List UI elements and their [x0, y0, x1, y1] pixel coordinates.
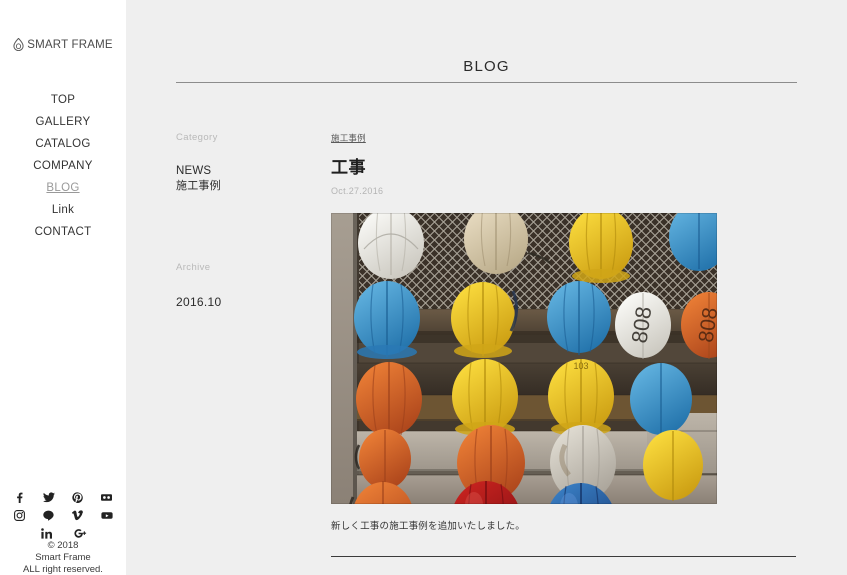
instagram-icon[interactable]	[14, 508, 25, 521]
social-links	[0, 490, 126, 544]
post-featured-image[interactable]: 808 808 103	[331, 213, 717, 504]
nav-item-catalog[interactable]: CATALOG	[0, 133, 126, 155]
title-divider	[176, 82, 797, 83]
nav-item-top[interactable]: TOP	[0, 89, 126, 111]
copyright-line-1: © 2018	[47, 540, 79, 551]
nav-item-contact[interactable]: CONTACT	[0, 221, 126, 243]
footer-copyright: © 2018 Smart Frame ALL right reserved.	[0, 540, 126, 575]
post-title[interactable]: 工事	[331, 157, 846, 179]
twitter-icon[interactable]	[43, 490, 55, 503]
archive-heading: Archive	[176, 262, 211, 273]
brand-name: SMART FRAME	[27, 38, 113, 51]
page-title: BLOG	[463, 58, 510, 75]
linkedin-icon[interactable]	[41, 526, 53, 539]
svg-text:808: 808	[627, 305, 657, 345]
copyright-line-3: ALL right reserved.	[23, 564, 103, 575]
nav-item-blog[interactable]: BLOG	[0, 177, 126, 199]
post-date: Oct.27.2016	[331, 186, 384, 196]
copyright-line-2: Smart Frame	[35, 552, 91, 563]
sidebar: SMART FRAME TOP GALLERY CATALOG COMPANY …	[0, 0, 126, 575]
blog-post: 施工事例 工事 Oct.27.2016 808 808 103 新しく工事の施工…	[331, 128, 846, 557]
social-row-3	[0, 526, 126, 539]
flickr-icon[interactable]	[101, 490, 112, 501]
google-plus-icon[interactable]	[74, 526, 87, 538]
category-item-works[interactable]: 施工事例	[176, 179, 328, 194]
archive-item-2016-10[interactable]: 2016.10	[176, 295, 328, 309]
page-header: BLOG	[176, 58, 797, 83]
diamond-logo-icon	[13, 38, 24, 51]
pinterest-icon[interactable]	[72, 490, 83, 504]
archive-widget: Archive 2016.10	[176, 262, 328, 309]
social-row-1	[0, 490, 126, 504]
main-content: BLOG Category NEWS 施工事例 Archive 2016.10 …	[126, 0, 847, 575]
category-item-news[interactable]: NEWS	[176, 164, 328, 179]
content-columns: Category NEWS 施工事例 Archive 2016.10 施工事例 …	[176, 128, 846, 575]
blog-sidebar-widgets: Category NEWS 施工事例 Archive 2016.10	[176, 128, 328, 575]
post-category[interactable]: 施工事例	[331, 133, 366, 144]
post-body-text: 新しく工事の施工事例を追加いたしました。	[331, 521, 526, 532]
vimeo-icon[interactable]	[71, 508, 83, 521]
nav-item-gallery[interactable]: GALLERY	[0, 111, 126, 133]
youtube-icon[interactable]	[101, 508, 113, 519]
social-row-2	[0, 508, 126, 521]
category-heading: Category	[176, 132, 218, 143]
brand-logo[interactable]: SMART FRAME	[0, 38, 126, 51]
blog-post-list: 施工事例 工事 Oct.27.2016 808 808 103 新しく工事の施工…	[328, 128, 846, 575]
svg-text:808: 808	[695, 306, 717, 344]
facebook-icon[interactable]	[14, 490, 25, 503]
nav-item-company[interactable]: COMPANY	[0, 155, 126, 177]
post-divider	[331, 556, 796, 557]
svg-text:103: 103	[573, 361, 588, 371]
line-icon[interactable]	[43, 508, 54, 521]
nav-item-link[interactable]: Link	[0, 199, 126, 221]
page-root: SMART FRAME TOP GALLERY CATALOG COMPANY …	[0, 0, 847, 575]
main-navigation: TOP GALLERY CATALOG COMPANY BLOG Link CO…	[0, 89, 126, 243]
